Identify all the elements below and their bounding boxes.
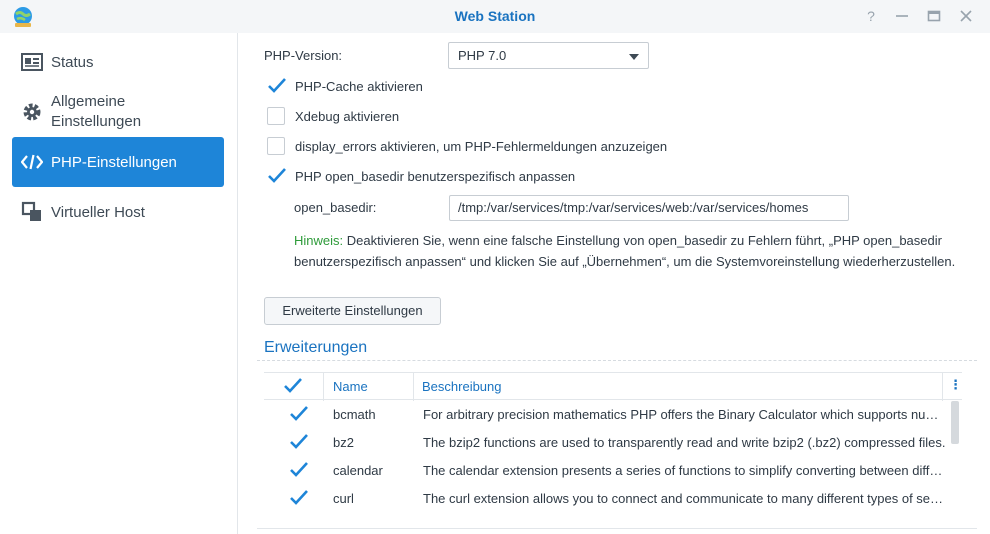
table-row[interactable]: calendar The calendar extension presents… [264, 456, 950, 484]
php-cache-checkbox[interactable] [267, 77, 286, 95]
extension-description: For arbitrary precision mathematics PHP … [423, 407, 947, 422]
hint-body: Deaktivieren Sie, wenn eine falsche Eins… [294, 233, 956, 269]
select-all-checkbox[interactable] [283, 377, 302, 395]
minimize-button[interactable] [893, 7, 911, 25]
title-bar: Web Station ? [0, 0, 990, 33]
extension-description: The calendar extension presents a series… [423, 463, 947, 478]
xdebug-checkbox[interactable] [267, 107, 285, 125]
php-version-value: PHP 7.0 [458, 48, 507, 63]
hint-prefix: Hinweis: [294, 233, 344, 248]
window-title: Web Station [454, 8, 536, 24]
gear-icon [21, 101, 43, 123]
row-checkbox[interactable] [289, 461, 308, 479]
sidebar-item-label: PHP-Einstellungen [51, 153, 177, 171]
hint-text: Hinweis: Deaktivieren Sie, wenn eine fal… [294, 230, 974, 272]
sidebar-item-label: Status [51, 53, 94, 71]
sidebar-label-line-1: Allgemeine [51, 93, 126, 110]
extension-name: bz2 [333, 435, 354, 450]
column-divider [323, 373, 324, 401]
advanced-settings-button[interactable]: Erweiterte Einstellungen [264, 297, 441, 325]
display-errors-checkbox[interactable] [267, 137, 285, 155]
bottom-divider [257, 528, 977, 529]
row-checkbox[interactable] [289, 433, 308, 451]
virtual-host-icon [21, 201, 43, 223]
section-divider [257, 360, 977, 361]
extension-name: bcmath [333, 407, 376, 422]
column-header-name[interactable]: Name [333, 379, 368, 394]
table-scrollbar[interactable] [951, 401, 959, 444]
row-checkbox[interactable] [289, 489, 308, 507]
php-cache-label: PHP-Cache aktivieren [295, 79, 423, 94]
php-version-select[interactable]: PHP 7.0 [448, 42, 649, 69]
table-header: Name Beschreibung ⋮ [264, 372, 962, 401]
sidebar-item-label: Allgemeine Einstellungen [51, 92, 141, 132]
sidebar: Status Allgemeine Einstellungen PHP-Eins… [0, 33, 238, 534]
column-divider [413, 373, 414, 401]
sidebar-item-status[interactable]: Status [12, 47, 224, 77]
sidebar-label-line-2: Einstellungen [51, 113, 142, 130]
help-button[interactable]: ? [862, 7, 880, 25]
xdebug-label: Xdebug aktivieren [295, 109, 400, 124]
table-row[interactable]: curl The curl extension allows you to co… [264, 484, 950, 512]
sidebar-item-label: Virtueller Host [51, 203, 145, 221]
open-basedir-input[interactable]: /tmp:/var/services/tmp:/var/services/web… [449, 195, 849, 221]
extension-name: curl [333, 491, 354, 506]
display-errors-label: display_errors aktivieren, um PHP-Fehler… [295, 139, 668, 154]
extension-description: The bzip2 functions are used to transpar… [423, 435, 946, 450]
php-version-label: PHP-Version: [264, 48, 343, 63]
extensions-table: Name Beschreibung ⋮ bcmath For arbitrary… [264, 372, 962, 518]
row-checkbox[interactable] [289, 405, 308, 423]
open-basedir-checkbox[interactable] [267, 167, 286, 185]
extension-description: The curl extension allows you to connect… [423, 491, 947, 506]
dropdown-arrow-icon [629, 54, 639, 60]
id-card-icon [21, 51, 43, 73]
table-row[interactable]: bz2 The bzip2 functions are used to tran… [264, 428, 950, 456]
table-row[interactable]: bcmath For arbitrary precision mathemati… [264, 400, 950, 428]
sidebar-item-virtual-host[interactable]: Virtueller Host [12, 197, 224, 227]
maximize-button[interactable] [925, 7, 943, 25]
code-icon [21, 151, 43, 173]
open-basedir-checkbox-label: PHP open_basedir benutzerspezifisch anpa… [295, 169, 576, 184]
sidebar-item-php-settings[interactable]: PHP-Einstellungen [12, 137, 224, 187]
extension-name: calendar [333, 463, 383, 478]
column-divider [942, 373, 943, 401]
column-menu-icon[interactable]: ⋮ [949, 377, 962, 393]
column-header-description[interactable]: Beschreibung [422, 379, 502, 394]
close-button[interactable] [957, 7, 975, 25]
sidebar-item-general-settings[interactable]: Allgemeine Einstellungen [12, 89, 224, 135]
open-basedir-label: open_basedir: [294, 200, 377, 215]
extensions-section-title: Erweiterungen [264, 339, 368, 356]
